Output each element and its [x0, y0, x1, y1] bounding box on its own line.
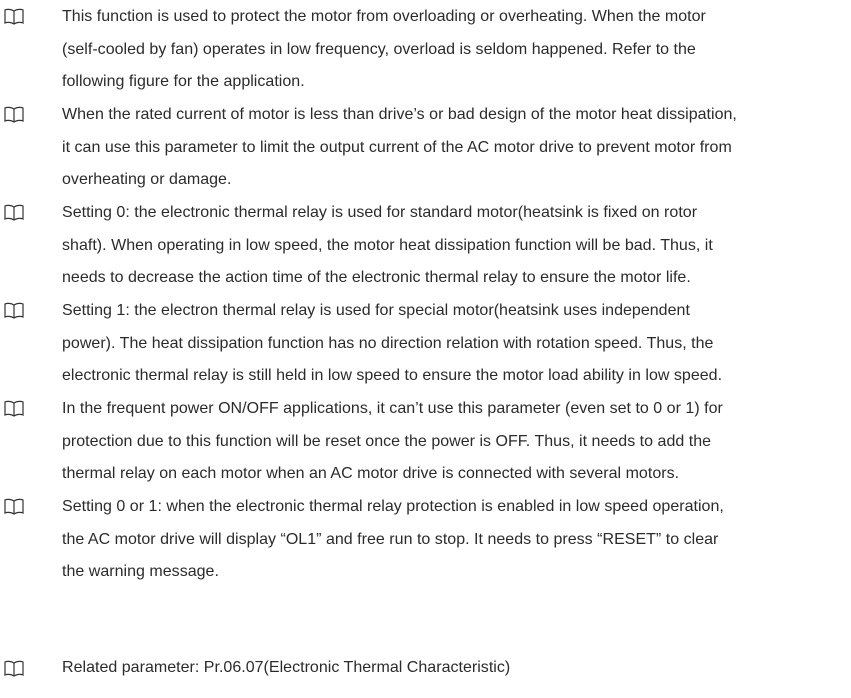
paragraph-line: protection due to this function will be …: [62, 432, 712, 450]
open-book-icon: [4, 204, 24, 221]
paragraph: Setting 0: the electronic thermal relay …: [62, 197, 844, 295]
paragraph-line: the warning message.: [62, 563, 219, 581]
paragraph: In the frequent power ON/OFF application…: [62, 393, 844, 491]
paragraph-line: When the rated current of motor is less …: [62, 106, 737, 123]
paragraph-line: In the frequent power ON/OFF application…: [62, 400, 723, 417]
paragraph-line: Setting 1: the electron thermal relay is…: [62, 302, 690, 319]
paragraph-line: This function is used to protect the mot…: [62, 8, 706, 25]
paragraph: Setting 1: the electron thermal relay is…: [62, 295, 844, 393]
paragraph-line: Setting 0 or 1: when the electronic ther…: [62, 498, 724, 515]
paragraph-line: (self-cooled by fan) operates in low fre…: [62, 40, 696, 58]
paragraph: Setting 0 or 1: when the electronic ther…: [62, 491, 844, 589]
open-book-icon: [4, 8, 24, 25]
paragraph-line: needs to decrease the action time of the…: [62, 269, 691, 287]
open-book-icon: [4, 400, 24, 417]
paragraph-line: electronic thermal relay is still held i…: [62, 367, 723, 385]
paragraph: This function is used to protect the mot…: [62, 1, 844, 99]
paragraph: Related parameter: Pr.06.07(Electronic T…: [62, 652, 844, 685]
paragraph-line: it can use this parameter to limit the o…: [62, 138, 732, 156]
paragraph-line: following figure for the application.: [62, 73, 305, 91]
open-book-icon: [4, 498, 24, 515]
open-book-icon: [4, 106, 24, 123]
paragraph-line: Setting 0: the electronic thermal relay …: [62, 204, 698, 221]
open-book-icon: [4, 302, 24, 319]
paragraph-line: overheating or damage.: [62, 171, 232, 189]
paragraph-line: Related parameter: Pr.06.07(Electronic T…: [62, 659, 511, 676]
paragraph: When the rated current of motor is less …: [62, 99, 844, 197]
open-book-icon: [4, 660, 24, 677]
paragraph-line: shaft). When operating in low speed, the…: [62, 236, 713, 254]
paragraph-line: the AC motor drive will display “OL1” an…: [62, 530, 719, 548]
paragraph-line: thermal relay on each motor when an AC m…: [62, 465, 680, 483]
paragraph-line: power). The heat dissipation function ha…: [62, 334, 714, 352]
